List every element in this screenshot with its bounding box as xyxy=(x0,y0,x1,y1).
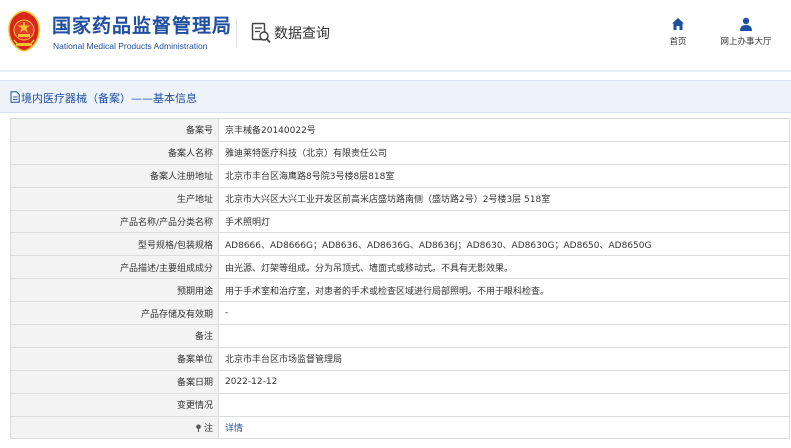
row-value: AD8666、AD8666G；AD8636、AD8636G、AD8636J；AD… xyxy=(218,232,790,257)
table-row: 变更情况 xyxy=(10,392,790,417)
row-value: 用于手术室和治疗室，对患者的手术或检查区域进行局部照明。不用于眼科检查。 xyxy=(218,278,790,303)
row-value: 由光源、灯架等组成。分为吊顶式、墙面式或移动式。不具有无影效果。 xyxy=(218,255,790,280)
table-row: 产品存储及有效期 - xyxy=(10,301,790,326)
row-value: 北京市大兴区大兴工业开发区前高米店盛坊路南侧（盛坊路2号）2号楼3层 518室 xyxy=(218,186,790,211)
row-label: 生产地址 xyxy=(10,186,219,211)
row-label: 备案人名称 xyxy=(10,140,219,165)
nav-online-office[interactable]: 网上办事大厅 xyxy=(711,17,781,47)
table-row: 型号规格/包装规格 AD8666、AD8666G；AD8636、AD8636G、… xyxy=(10,232,790,257)
note-label-cell: 注 xyxy=(10,415,219,440)
query-title: 数据查询 xyxy=(274,26,330,42)
pin-icon xyxy=(196,424,201,433)
table-row: 预期用途 用于手术室和治疗室，对患者的手术或检查区域进行局部照明。不用于眼科检查… xyxy=(10,278,790,303)
table-row: 备案单位 北京市丰台区市场监督管理局 xyxy=(10,346,790,371)
row-value: 北京市丰台区市场监督管理局 xyxy=(218,346,790,371)
row-label: 备案号 xyxy=(10,118,219,142)
row-value xyxy=(218,392,790,417)
table-row: 生产地址 北京市大兴区大兴工业开发区前高米店盛坊路南侧（盛坊路2号）2号楼3层 … xyxy=(10,186,790,211)
table-row: 备案人名称 雅迪莱特医疗科技（北京）有限责任公司 xyxy=(10,140,790,165)
row-label: 备案日期 xyxy=(10,369,219,394)
table-row-note: 注 详情 xyxy=(10,415,790,440)
section-header: 境内医疗器械（备案）——基本信息 xyxy=(0,80,791,113)
row-label: 预期用途 xyxy=(10,278,219,303)
table-row: 产品描述/主要组成成分 由光源、灯架等组成。分为吊顶式、墙面式或移动式。不具有无… xyxy=(10,255,790,280)
row-label: 产品存储及有效期 xyxy=(10,301,219,326)
table-row: 备案日期 2022-12-12 xyxy=(10,369,790,394)
document-icon xyxy=(10,91,20,103)
site-title: 国家药品监督管理局 xyxy=(52,15,233,37)
row-value: 2022-12-12 xyxy=(218,369,790,394)
user-icon xyxy=(740,17,752,31)
home-icon xyxy=(672,18,684,30)
row-value xyxy=(218,324,790,348)
note-label: 注 xyxy=(203,424,213,435)
row-label: 备案单位 xyxy=(10,346,219,371)
national-emblem-icon xyxy=(8,10,40,52)
table-row: 产品名称/产品分类名称 手术照明灯 xyxy=(10,209,790,234)
table-row: 备注 xyxy=(10,324,790,348)
row-label: 产品描述/主要组成成分 xyxy=(10,255,219,280)
section-title: 境内医疗器械（备案）——基本信息 xyxy=(21,92,197,105)
table-row: 备案号 京丰械备20140022号 xyxy=(10,118,790,142)
row-value: 北京市丰台区海鹰路8号院3号楼8层818室 xyxy=(218,163,790,188)
site-header: 国家药品监督管理局 National Medical Products Admi… xyxy=(0,0,791,70)
nav-home-label: 首页 xyxy=(669,37,687,47)
table-row: 备案人注册地址 北京市丰台区海鹰路8号院3号楼8层818室 xyxy=(10,163,790,188)
row-value: 京丰械备20140022号 xyxy=(218,118,790,142)
row-label: 型号规格/包装规格 xyxy=(10,232,219,257)
row-value: - xyxy=(218,301,790,326)
data-query-icon xyxy=(251,22,271,44)
row-value: 手术照明灯 xyxy=(218,209,790,234)
row-label: 备案人注册地址 xyxy=(10,163,219,188)
nav-office-label: 网上办事大厅 xyxy=(720,37,772,47)
row-label: 备注 xyxy=(10,324,219,348)
record-detail-table: 备案号 京丰械备20140022号 备案人名称 雅迪莱特医疗科技（北京）有限责任… xyxy=(10,118,790,440)
row-value: 雅迪莱特医疗科技（北京）有限责任公司 xyxy=(218,140,790,165)
note-value-cell: 详情 xyxy=(218,415,790,440)
header-rule xyxy=(0,70,791,72)
nav-home[interactable]: 首页 xyxy=(660,17,696,47)
header-divider xyxy=(236,18,237,48)
detail-link[interactable]: 详情 xyxy=(225,424,243,434)
row-label: 变更情况 xyxy=(10,392,219,417)
row-label: 产品名称/产品分类名称 xyxy=(10,209,219,234)
site-subtitle: National Medical Products Administration xyxy=(53,41,208,51)
